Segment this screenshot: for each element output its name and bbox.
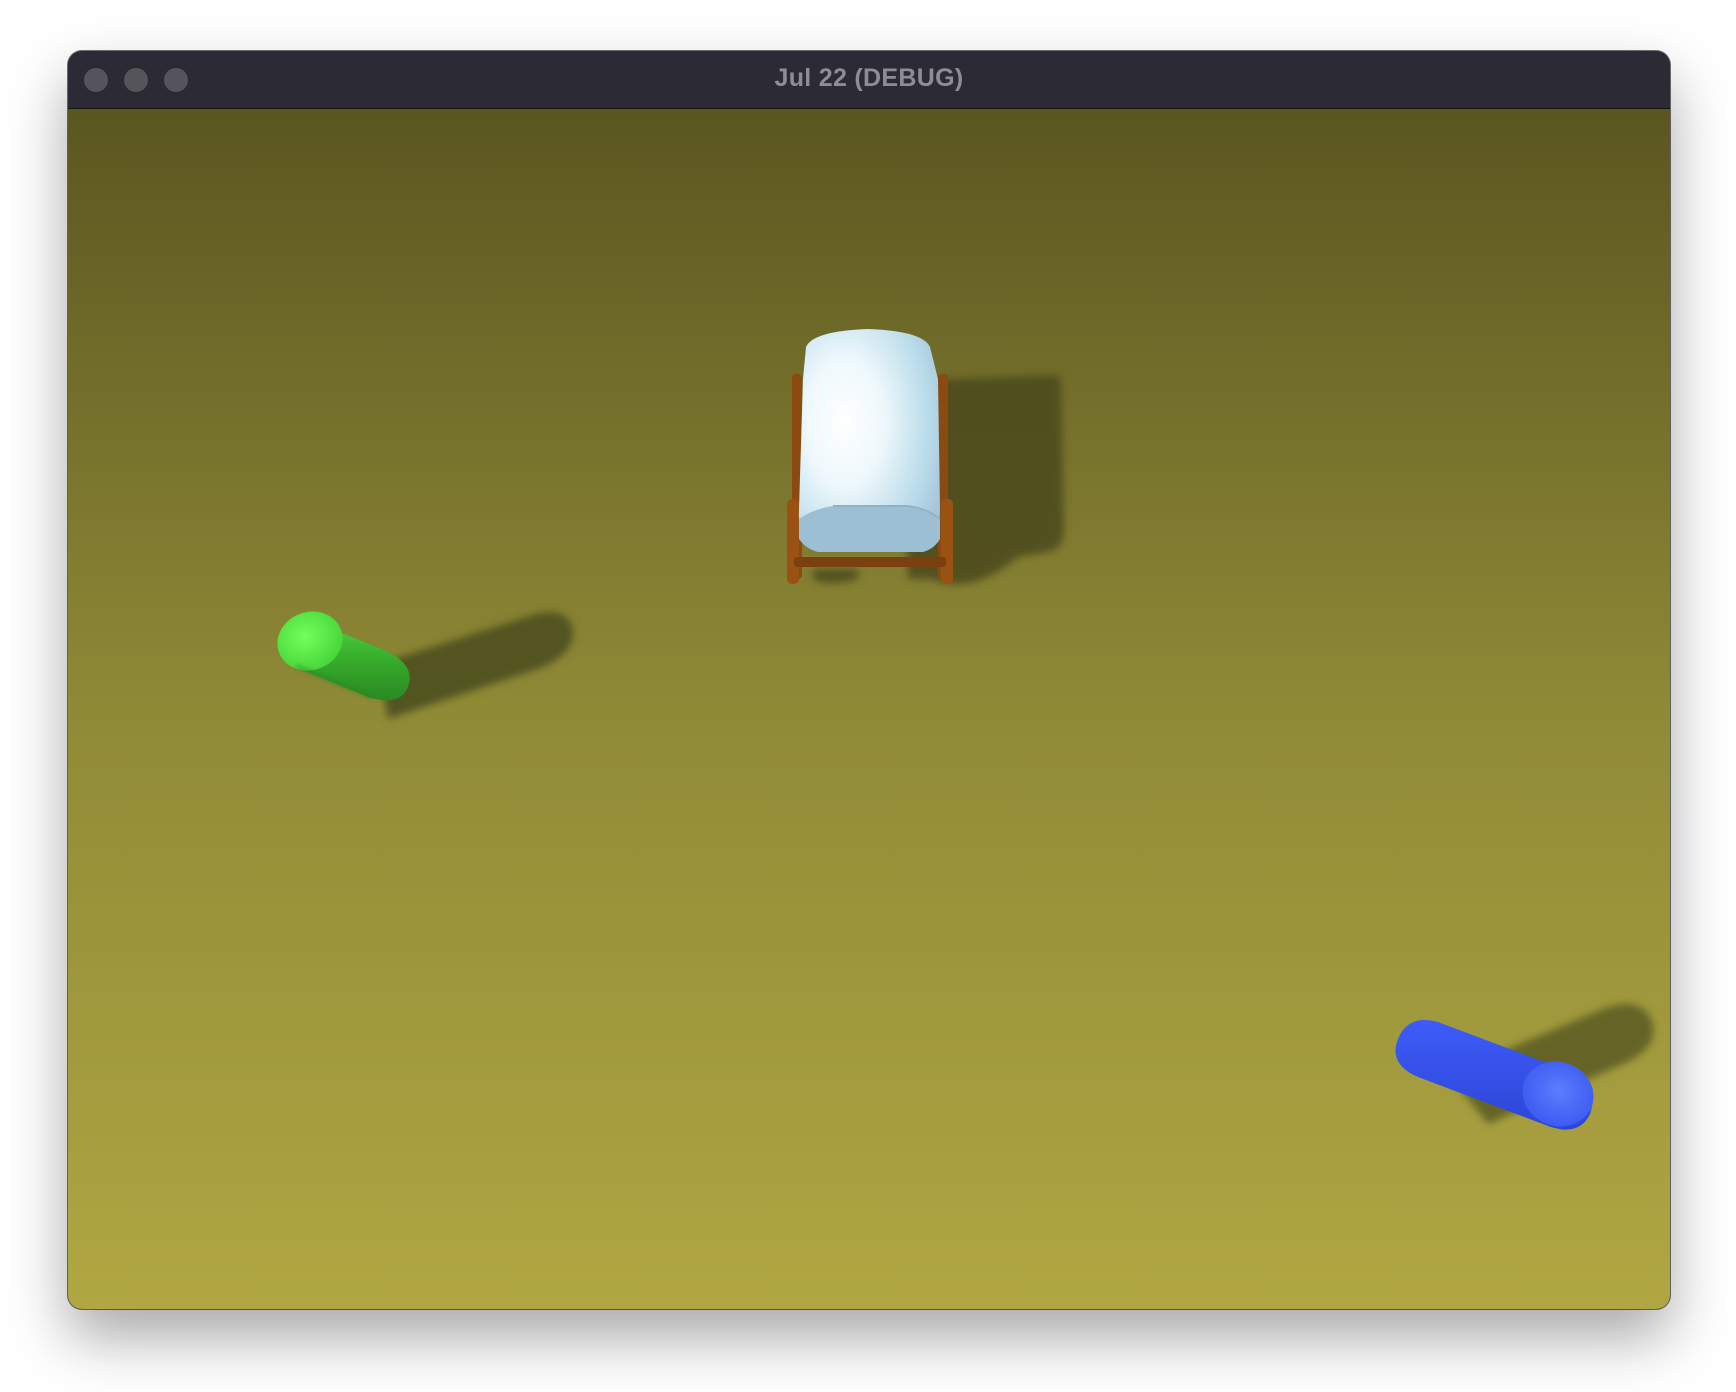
wagon-wheel [941, 499, 953, 584]
ground-plane [68, 109, 1670, 1309]
wagon-canopy-front [799, 506, 940, 552]
game-viewport[interactable] [68, 109, 1670, 1309]
wagon-wheel [787, 499, 799, 584]
title-bar[interactable]: Jul 22 (DEBUG) [68, 51, 1670, 109]
covered-wagon[interactable] [787, 329, 953, 584]
wagon-axle [794, 557, 946, 567]
app-window: Jul 22 (DEBUG) [68, 51, 1670, 1309]
window-title: Jul 22 (DEBUG) [774, 64, 964, 92]
